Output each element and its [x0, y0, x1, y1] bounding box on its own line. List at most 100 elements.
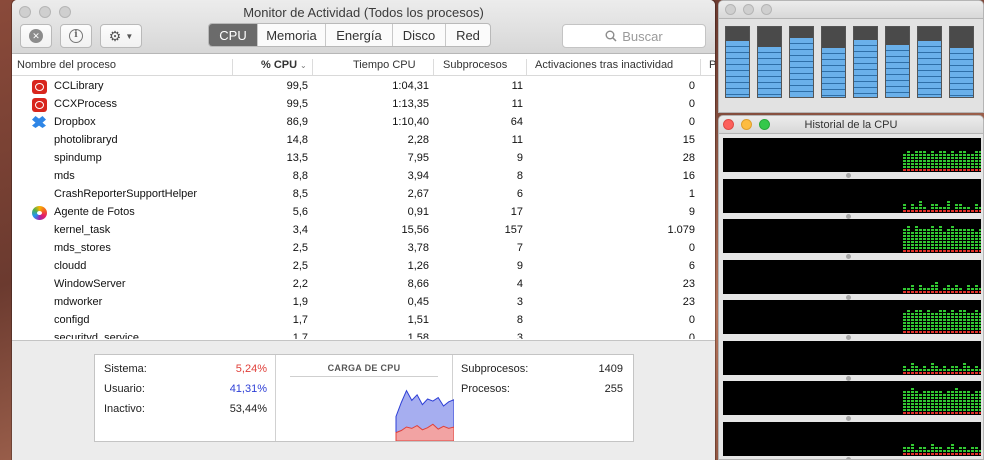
cpu-history-segment — [959, 397, 962, 399]
idle-wakeups: 0 — [688, 116, 695, 128]
table-row[interactable]: spindump 13,5 7,95 9 28 — [12, 149, 715, 167]
cpu-history-segment — [975, 157, 978, 159]
cpu-history-segment — [943, 206, 946, 209]
cpu-summary-panel: Sistema: 5,24% Usuario: 41,31% Inactivo:… — [12, 340, 715, 460]
table-row[interactable]: mds 8,8 3,94 8 16 — [12, 167, 715, 185]
table-row[interactable]: securityd_service 1,7 1,58 3 0 — [12, 329, 715, 339]
cpu-history-segment — [971, 452, 974, 455]
table-row[interactable]: mds_stores 2,5 3,78 7 0 — [12, 239, 715, 257]
inspect-process-button[interactable]: i — [60, 24, 92, 48]
cpu-history-segment — [903, 400, 906, 402]
cpu-load-graph — [395, 389, 454, 441]
table-row[interactable]: Dropbox 86,9 1:10,40 64 0 — [12, 113, 715, 131]
tab-disco[interactable]: Disco — [392, 24, 445, 46]
cpu-history-segment — [935, 209, 938, 212]
cpu-history-segment — [951, 412, 954, 414]
column-header-threads[interactable]: Subprocesos — [443, 59, 507, 71]
cpu-history-segment — [975, 400, 978, 402]
table-row[interactable]: photolibraryd 14,8 2,28 11 15 — [12, 131, 715, 149]
cpu-history-segment — [963, 397, 966, 399]
cpu-history-segment — [919, 313, 922, 315]
cpu-history-segment — [979, 325, 982, 327]
table-row[interactable]: cloudd 2,5 1,26 9 6 — [12, 257, 715, 275]
tab-red[interactable]: Red — [445, 24, 490, 46]
cpu-history-segment — [919, 290, 922, 293]
table-row[interactable]: CCXProcess 99,5 1:13,35 11 0 — [12, 95, 715, 113]
cpu-history-segment — [927, 406, 930, 408]
cpu-core-history — [723, 300, 982, 334]
cpu-history-segment — [959, 368, 962, 371]
cpu-time: 1:04,31 — [392, 80, 429, 92]
table-row[interactable]: mdworker 1,9 0,45 3 23 — [12, 293, 715, 311]
core-indicator-dot — [846, 335, 851, 340]
table-row[interactable]: Agente de Fotos 5,6 0,91 17 9 — [12, 203, 715, 221]
cpu-history-segment — [951, 313, 954, 315]
cpu-history-segment — [947, 319, 950, 321]
cpu-history-segment — [935, 229, 938, 231]
close-window-button[interactable] — [725, 4, 736, 15]
cpu-history-segment — [915, 322, 918, 324]
cpu-history-segment — [959, 400, 962, 402]
cpu-history-segment — [955, 400, 958, 402]
window-title: Monitor de Actividad (Todos los procesos… — [243, 5, 484, 20]
cpu-history-segment — [903, 403, 906, 405]
cpu-history-segment — [955, 319, 958, 321]
cpu-history-segment — [967, 247, 970, 249]
cpu-history-segment — [919, 287, 922, 290]
cpu-history-segment — [955, 368, 958, 371]
tab-energia[interactable]: Energía — [325, 24, 392, 46]
tab-memoria[interactable]: Memoria — [257, 24, 325, 46]
cpu-history-segment — [915, 229, 918, 231]
cpu-history-segment — [939, 406, 942, 408]
column-header-name[interactable]: Nombre del proceso — [17, 59, 116, 71]
cpu-history-segment — [931, 452, 934, 455]
cpu-history-segment — [923, 400, 926, 402]
table-row[interactable]: WindowServer 2,2 8,66 4 23 — [12, 275, 715, 293]
column-header-cpu[interactable]: % CPU — [261, 59, 297, 71]
cpu-history-segment — [979, 151, 982, 153]
table-row[interactable]: CCLibrary 99,5 1:04,31 11 0 — [12, 77, 715, 95]
cpu-history-segment — [923, 319, 926, 321]
cpu-time: 8,66 — [407, 278, 429, 290]
cpu-history-segment — [907, 394, 910, 396]
cpu-history-segment — [963, 325, 966, 327]
search-field[interactable]: Buscar — [562, 24, 706, 48]
table-row[interactable]: CrashReporterSupportHelper 8,5 2,67 6 1 — [12, 185, 715, 203]
cpu-history-segment — [951, 331, 954, 333]
cpu-history-segment — [919, 325, 922, 327]
cpu-history-segment — [903, 328, 906, 330]
cpu-history-segment — [919, 163, 922, 165]
table-row[interactable]: kernel_task 3,4 15,56 157 1.079 — [12, 221, 715, 239]
cpu-history-segment — [943, 400, 946, 402]
column-header-port[interactable]: P — [709, 59, 715, 71]
cpu-history-segment — [939, 322, 942, 324]
cpu-history-segment — [943, 365, 946, 368]
cpu-history-segment — [907, 287, 910, 290]
column-header-wakeups[interactable]: Activaciones tras inactividad — [535, 59, 673, 71]
cpu-history-segment — [903, 316, 906, 318]
cpu-history-segment — [971, 328, 974, 330]
cpu-history-segment — [935, 157, 938, 159]
idle-wakeups: 0 — [688, 80, 695, 92]
idle-wakeups: 23 — [682, 296, 695, 308]
cpu-history-segment — [971, 449, 974, 452]
cpu-history-segment — [919, 160, 922, 162]
cpu-history-segment — [943, 325, 946, 327]
actions-menu-button[interactable]: ⚙ ▼ — [100, 24, 142, 48]
cpu-history-segment — [903, 206, 906, 209]
cpu-history-segment — [947, 412, 950, 414]
zoom-window-button[interactable] — [761, 4, 772, 15]
activity-monitor-window: Monitor de Actividad (Todos los procesos… — [12, 0, 715, 460]
cpu-history-segment — [915, 391, 918, 393]
quit-process-button[interactable]: ✕ — [20, 24, 52, 48]
tab-cpu[interactable]: CPU — [209, 24, 257, 46]
cpu-history-segment — [939, 409, 942, 411]
minimize-window-button[interactable] — [743, 4, 754, 15]
cpu-history-segment — [915, 247, 918, 249]
cpu-history-segment — [963, 154, 966, 156]
cpu-core-meter-fill — [758, 46, 781, 97]
idle-wakeups: 15 — [682, 134, 695, 146]
column-header-time[interactable]: Tiempo CPU — [353, 59, 416, 71]
table-row[interactable]: configd 1,7 1,51 8 0 — [12, 311, 715, 329]
cpu-history-segment — [967, 412, 970, 414]
